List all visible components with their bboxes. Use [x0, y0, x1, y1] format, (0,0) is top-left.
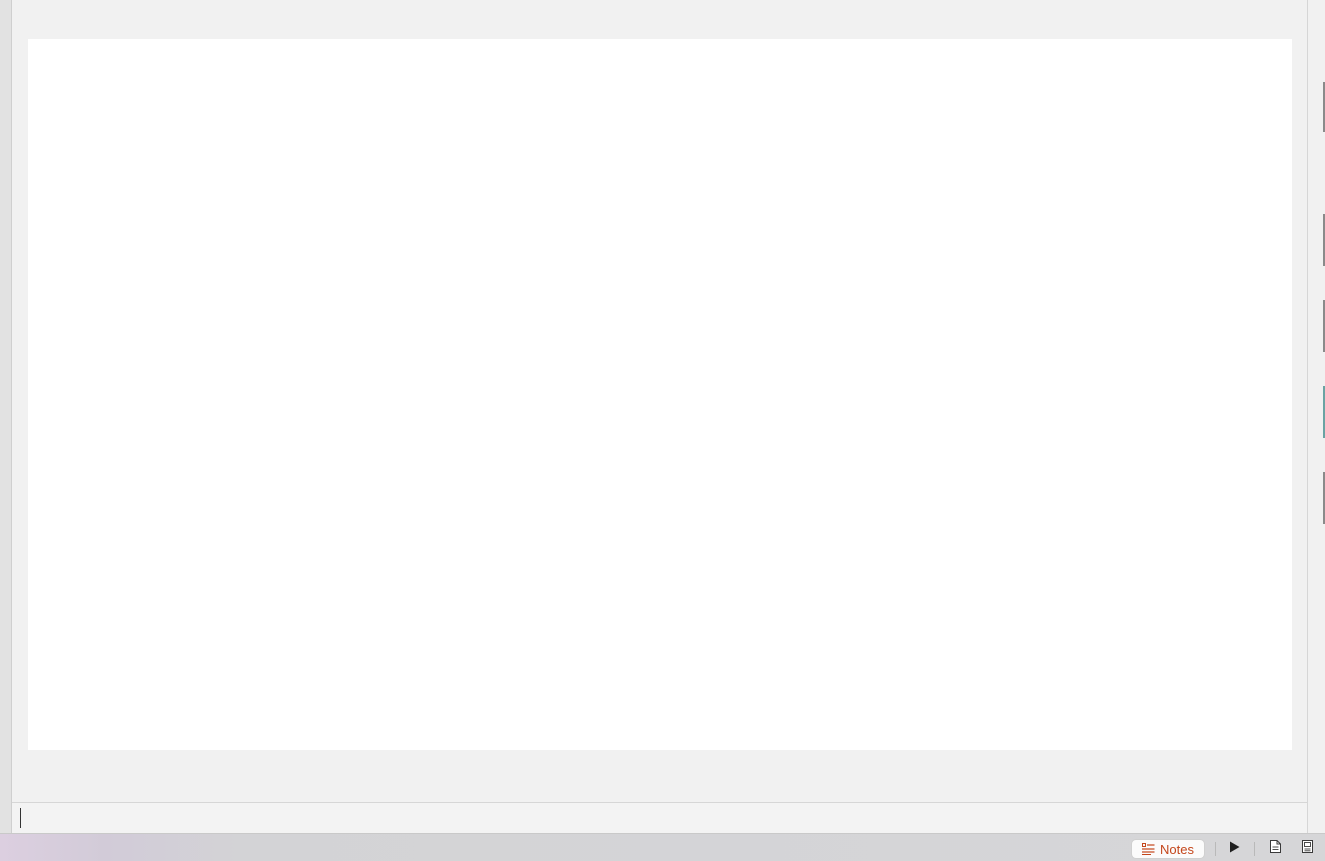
slide-canvas-area — [12, 0, 1307, 802]
reading-view-button[interactable] — [1297, 839, 1317, 859]
play-slideshow-button[interactable] — [1224, 839, 1244, 859]
notes-icon — [1142, 843, 1155, 855]
notes-pane[interactable] — [12, 802, 1307, 833]
status-bar-divider — [1215, 842, 1216, 856]
notes-button-label: Notes — [1160, 841, 1194, 857]
normal-view-button[interactable] — [1265, 839, 1285, 859]
text-cursor — [20, 808, 21, 828]
slide[interactable] — [28, 39, 1292, 750]
normal-view-icon — [1269, 840, 1281, 858]
status-bar: Notes — [0, 833, 1325, 861]
presentation-window: Notes — [0, 0, 1325, 861]
status-bar-divider — [1254, 842, 1255, 856]
thumbnail-pane-edge[interactable] — [0, 0, 12, 833]
right-side-panel[interactable] — [1307, 0, 1325, 833]
notes-button[interactable]: Notes — [1131, 839, 1205, 859]
play-icon — [1229, 840, 1240, 858]
reading-view-icon — [1301, 840, 1313, 858]
